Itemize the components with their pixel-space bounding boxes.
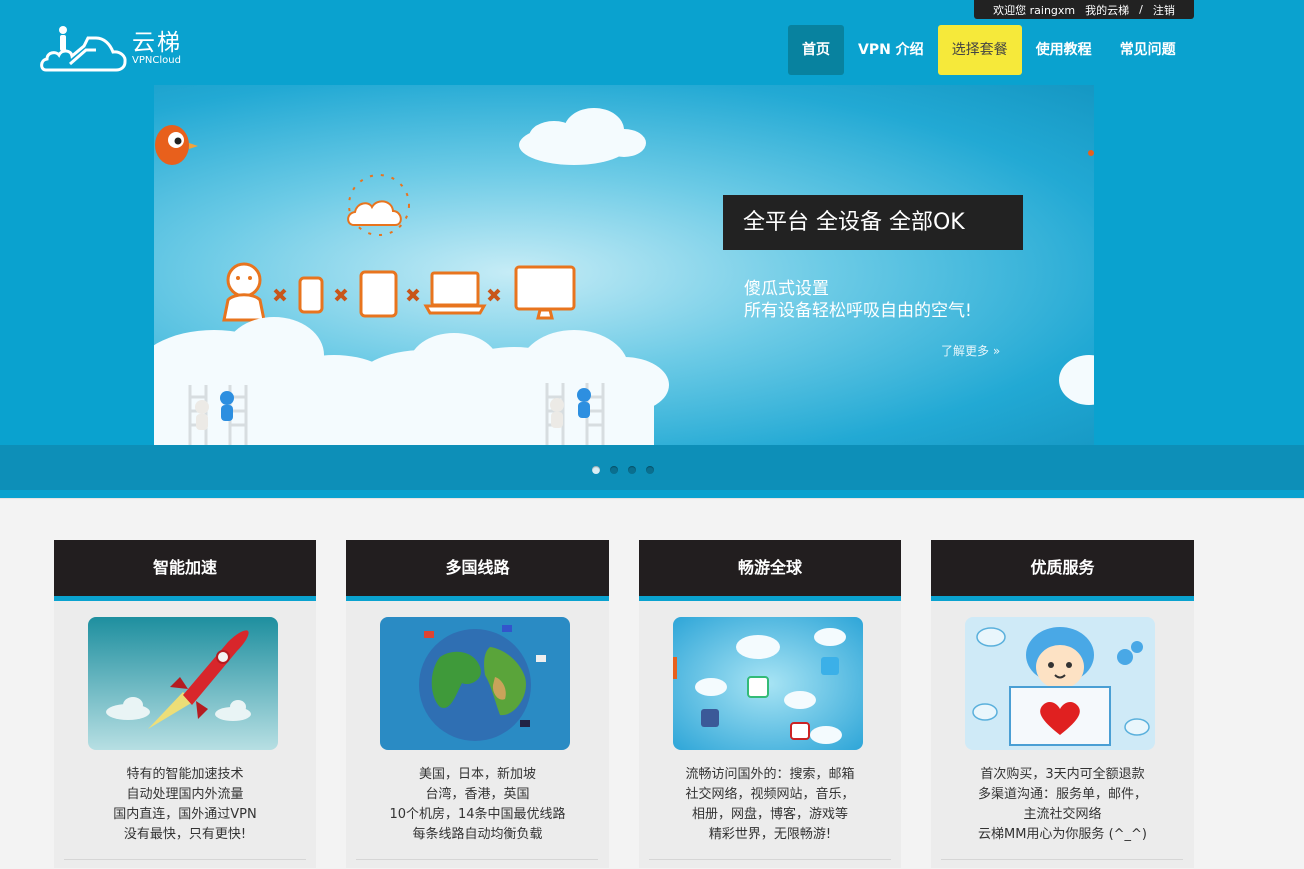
monitor-icon bbox=[514, 265, 576, 320]
feature-line: 没有最快，只有更快! bbox=[123, 827, 247, 842]
slider-dot[interactable] bbox=[610, 466, 618, 474]
feature-line: 首次购买，3天内可全额退款 bbox=[980, 767, 1145, 782]
learn-more-link[interactable]: 了解更多 » bbox=[941, 342, 1000, 359]
feature-line: 特有的智能加速技术 bbox=[126, 767, 244, 782]
feature-line: 美国，日本，新加坡 bbox=[418, 767, 536, 782]
feature-line: 精彩世界，无限畅游! bbox=[708, 827, 832, 842]
feature-line: 云梯MM用心为你服务 (^_^) bbox=[978, 827, 1147, 842]
main-nav: 首页 VPN 介绍 选择套餐 使用教程 常见问题 bbox=[788, 25, 1190, 75]
feature-line: 社交网络，视频网站，音乐， bbox=[685, 787, 855, 802]
feature-line: 台湾，香港，英国 bbox=[425, 787, 530, 802]
slide-caption-title: 全平台 全设备 全部OK bbox=[723, 195, 1023, 250]
feature-card-lines: 多国线路 美国，日本，新加坡 台湾，香港，英国 10个机房，14条中国最优线路 … bbox=[346, 540, 609, 868]
feature-card-service: 优质服务 首次购买，3天内可全额退款 多渠道沟通：服务单，邮件， 主流社交网络 … bbox=[931, 540, 1194, 868]
logout-link[interactable]: 注销 bbox=[1153, 2, 1175, 18]
feature-line: 流畅访问国外的：搜索，邮箱 bbox=[685, 767, 855, 782]
logo-name-en: VPNCloud bbox=[132, 55, 181, 66]
slider-dot[interactable] bbox=[592, 466, 600, 474]
bottom-clouds-icon bbox=[154, 317, 1094, 445]
laptop-icon bbox=[423, 271, 487, 315]
user-bar: 欢迎您 raingxm 我的云梯 / 注销 bbox=[974, 0, 1194, 19]
card-divider bbox=[649, 859, 891, 860]
nav-item-faq[interactable]: 常见问题 bbox=[1106, 25, 1190, 75]
feature-card-speed: 智能加速 特有的智能加速技术 自动处理国内外流量 国内直连，国外通过VPN 没有… bbox=[54, 540, 316, 868]
feature-line: 自动处理国内外流量 bbox=[126, 787, 244, 802]
nav-item-home[interactable]: 首页 bbox=[788, 25, 844, 75]
feature-line: 10个机房，14条中国最优线路 bbox=[389, 807, 566, 822]
slider-dot[interactable] bbox=[628, 466, 636, 474]
slider-dot[interactable] bbox=[646, 466, 654, 474]
person-icon bbox=[222, 262, 266, 322]
globe-image bbox=[380, 617, 570, 750]
feature-title: 智能加速 bbox=[54, 540, 316, 601]
nav-item-vpn-intro[interactable]: VPN 介绍 bbox=[844, 25, 938, 75]
mascot-image bbox=[965, 617, 1155, 750]
feature-line: 每条线路自动均衡负载 bbox=[412, 827, 543, 842]
feature-card-global: 畅游全球 流畅访问国外的：搜索，邮箱 社交网络，视频网站，音乐， 相册，网盘，博… bbox=[639, 540, 901, 868]
welcome-text: 欢迎您 raingxm bbox=[993, 3, 1076, 17]
card-divider bbox=[356, 859, 598, 860]
userbar-separator: / bbox=[1139, 3, 1143, 16]
feature-line: 国内直连，国外通过VPN bbox=[113, 807, 257, 822]
feature-description: 特有的智能加速技术 自动处理国内外流量 国内直连，国外通过VPN 没有最快，只有… bbox=[54, 765, 316, 845]
orange-bird-icon bbox=[155, 125, 198, 165]
escalator-cloud-logo-icon bbox=[40, 26, 127, 72]
slider-bottom-band bbox=[0, 490, 1304, 498]
card-divider bbox=[941, 859, 1183, 860]
feature-title: 优质服务 bbox=[931, 540, 1194, 601]
slide-caption-line: 傻瓜式设置 bbox=[744, 279, 829, 299]
feature-description: 首次购买，3天内可全额退款 多渠道沟通：服务单，邮件， 主流社交网络 云梯MM用… bbox=[931, 765, 1194, 845]
slide-caption-body: 傻瓜式设置 所有设备轻松呼吸自由的空气! bbox=[744, 278, 972, 322]
feature-line: 多渠道沟通：服务单，邮件， bbox=[977, 787, 1147, 802]
feature-line: 主流社交网络 bbox=[1023, 807, 1102, 822]
feature-title: 多国线路 bbox=[346, 540, 609, 601]
site-logo[interactable]: 云梯 VPNCloud bbox=[40, 24, 182, 74]
feature-description: 美国，日本，新加坡 台湾，香港，英国 10个机房，14条中国最优线路 每条线路自… bbox=[346, 765, 609, 845]
rocket-image bbox=[88, 617, 278, 750]
hero-illustration bbox=[154, 108, 1094, 445]
phone-icon bbox=[298, 276, 324, 314]
small-bird-icon bbox=[1088, 150, 1094, 156]
logo-name-cn: 云梯 bbox=[132, 30, 182, 56]
tablet-icon bbox=[359, 270, 398, 318]
feature-title: 畅游全球 bbox=[639, 540, 901, 601]
hero-slider[interactable] bbox=[154, 85, 1094, 445]
feature-description: 流畅访问国外的：搜索，邮箱 社交网络，视频网站，音乐， 相册，网盘，博客，游戏等… bbox=[639, 765, 901, 845]
card-divider bbox=[64, 859, 306, 860]
feature-line: 相册，网盘，博客，游戏等 bbox=[691, 807, 848, 822]
nav-item-tutorial[interactable]: 使用教程 bbox=[1022, 25, 1106, 75]
slider-pagination bbox=[592, 466, 654, 474]
my-account-link[interactable]: 我的云梯 bbox=[1085, 2, 1129, 18]
nav-item-choose-plan[interactable]: 选择套餐 bbox=[937, 25, 1022, 75]
sun-cloud-icon bbox=[347, 174, 410, 236]
social-clouds-image bbox=[673, 617, 863, 750]
slide-caption-line: 所有设备轻松呼吸自由的空气! bbox=[744, 301, 972, 321]
top-cloud-icon bbox=[519, 108, 646, 165]
